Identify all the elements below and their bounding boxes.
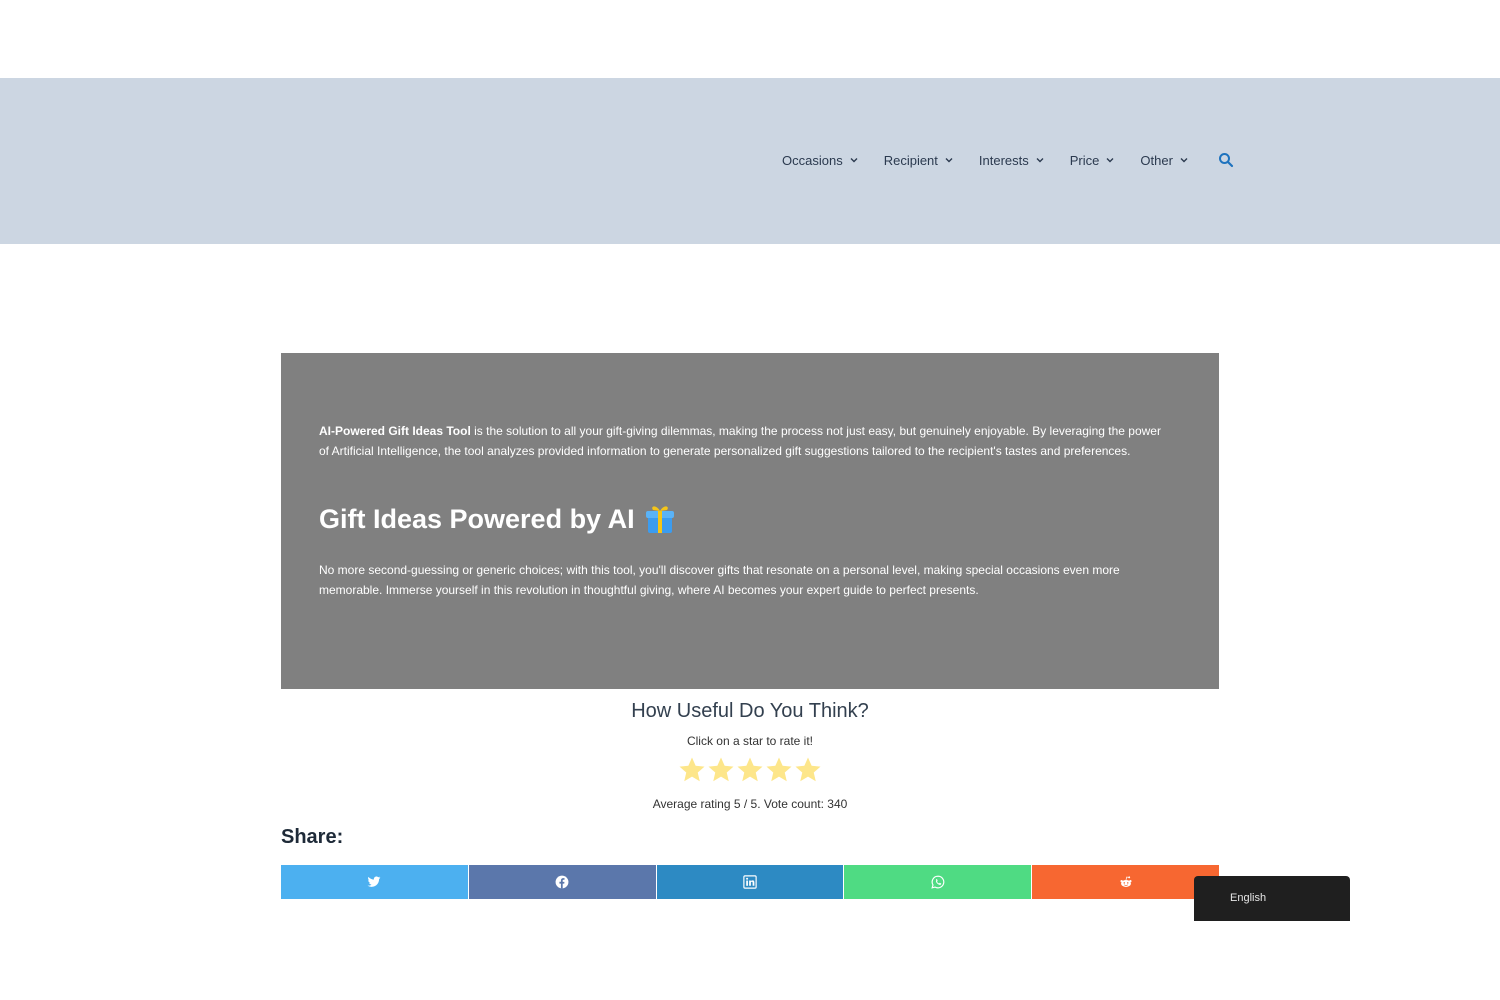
star-icon-4[interactable] xyxy=(764,755,794,785)
chevron-down-icon xyxy=(1106,158,1114,163)
rating-average: Average rating 5 / 5. Vote count: 340 xyxy=(652,797,848,811)
chevron-down-icon xyxy=(945,158,953,163)
rating-subtitle: Click on a star to rate it! xyxy=(686,734,814,748)
share-buttons xyxy=(281,865,1219,899)
nav-item-label: Occasions xyxy=(782,152,843,168)
share-twitter-button[interactable] xyxy=(281,865,468,899)
page: Occasions Recipient Interests Price Othe… xyxy=(0,0,1500,1000)
share-whatsapp-button[interactable] xyxy=(844,865,1032,899)
star-rating xyxy=(281,755,1219,789)
chevron-down-icon xyxy=(850,158,858,163)
nav-item-label: Other xyxy=(1140,152,1173,168)
linkedin-icon xyxy=(743,875,757,889)
gift-icon xyxy=(645,506,674,533)
search-icon[interactable] xyxy=(1218,152,1234,168)
nav-item-label: Price xyxy=(1069,152,1100,168)
nav-item-label: Recipient xyxy=(883,152,938,168)
nav-item-interests[interactable]: Interests xyxy=(979,153,1045,168)
rating-widget: How Useful Do You Think? Click on a star… xyxy=(281,697,1219,812)
rating-title: How Useful Do You Think? xyxy=(631,700,869,722)
nav-item-occasions[interactable]: Occasions xyxy=(782,153,859,168)
twitter-icon xyxy=(367,876,381,887)
nav-item-price[interactable]: Price xyxy=(1070,153,1116,168)
star-icon-3[interactable] xyxy=(735,755,765,785)
whatsapp-icon xyxy=(931,875,945,889)
chevron-down-icon xyxy=(1036,158,1044,163)
reddit-icon xyxy=(1120,876,1132,887)
star-icon-1[interactable] xyxy=(677,755,707,785)
site-header xyxy=(0,78,1500,244)
star-icon-2[interactable] xyxy=(706,755,736,785)
language-label: English xyxy=(1230,892,1267,904)
hero-section: AI-Powered Gift Ideas Tool is the soluti… xyxy=(281,353,1219,689)
share-title: Share: xyxy=(281,826,344,848)
chevron-down-icon xyxy=(1180,158,1188,163)
share-reddit-button[interactable] xyxy=(1032,865,1219,899)
nav-item-label: Interests xyxy=(978,152,1029,168)
hero-intro: AI-Powered Gift Ideas Tool is the soluti… xyxy=(319,421,1169,461)
hero-title-text: Gift Ideas Powered by AI xyxy=(319,504,635,534)
main-nav: Occasions Recipient Interests Price Othe… xyxy=(782,151,1234,169)
share-linkedin-button[interactable] xyxy=(656,865,844,899)
hero-title: Gift Ideas Powered by AI xyxy=(319,499,675,539)
nav-item-recipient[interactable]: Recipient xyxy=(884,153,954,168)
star-icon-5[interactable] xyxy=(793,755,823,785)
language-switcher[interactable]: English xyxy=(1194,876,1350,921)
facebook-icon xyxy=(555,875,569,889)
hero-intro-bold: AI-Powered Gift Ideas Tool xyxy=(319,424,471,438)
nav-item-other[interactable]: Other xyxy=(1140,153,1189,168)
share-facebook-button[interactable] xyxy=(468,865,656,899)
hero-body: No more second-guessing or generic choic… xyxy=(319,563,1120,597)
